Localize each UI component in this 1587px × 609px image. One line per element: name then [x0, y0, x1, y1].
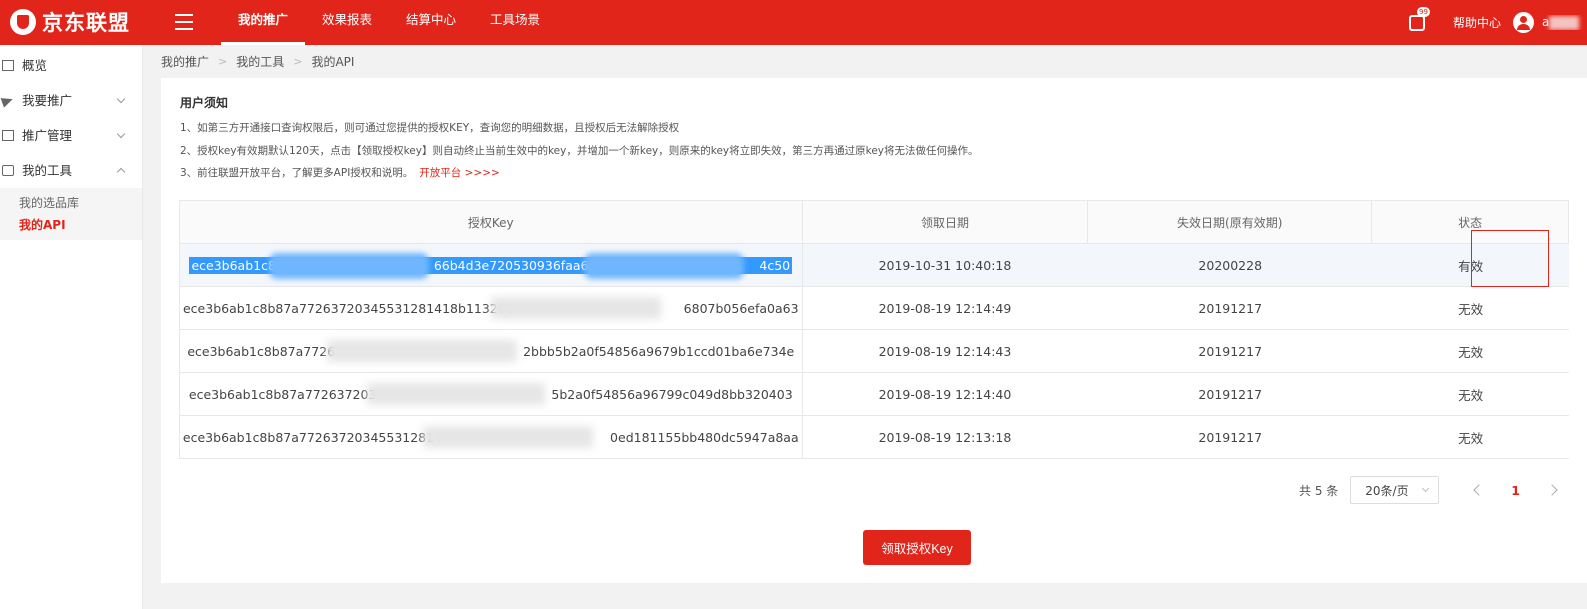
breadcrumb-item-current: 我的API [311, 54, 355, 69]
top-right-area: 99 帮助中心 a [1408, 0, 1587, 45]
sidebar-item-my-tools[interactable]: 我的工具 [0, 153, 142, 188]
chevron-up-icon [116, 167, 126, 177]
notice-line-3: 3、前往联盟开放平台，了解更多API授权和说明。 开放平台 >>>> [180, 167, 500, 179]
status-invalid: 无效 [1458, 344, 1484, 360]
col-header-key: 授权Key [180, 201, 803, 243]
main-nav: 我的推广 效果报表 结算中心 工具场景 [221, 0, 557, 45]
breadcrumb: 我的推广 > 我的工具 > 我的API [161, 53, 354, 69]
menu-icon[interactable] [175, 14, 193, 30]
claim-date: 2019-08-19 12:14:49 [878, 300, 1012, 316]
logo-icon [10, 9, 36, 35]
sidebar-subitem-selection-library[interactable]: 我的选品库 [0, 192, 142, 214]
chevron-down-icon [1422, 484, 1430, 493]
username[interactable]: a [1542, 15, 1587, 30]
breadcrumb-separator-icon: > [293, 54, 303, 68]
api-key-table: 授权Key 领取日期 失效日期(原有效期) 状态 ece3b6ab1c8b 66b… [179, 200, 1569, 459]
sidebar-submenu: 我的选品库 我的API [0, 188, 142, 240]
pagination: 共 5 条 20条/页 1 [1299, 476, 1570, 504]
status-invalid: 无效 [1458, 301, 1484, 317]
status-invalid: 无效 [1458, 387, 1484, 403]
auth-key[interactable]: ece3b6ab1c8b 66b4d3e720530936faa653 4c50 [189, 252, 793, 279]
open-platform-link[interactable]: 开放平台 >>>> [419, 167, 500, 179]
table-row[interactable]: ece3b6ab1c8b87a7726 2bbb5b2a0f54856a9679b… [180, 330, 1569, 373]
expire-date: 20191217 [1198, 343, 1263, 359]
auth-key[interactable]: ece3b6ab1c8b87a7726 2bbb5b2a0f54856a9679b… [187, 339, 794, 362]
breadcrumb-separator-icon: > [218, 54, 228, 68]
auth-key[interactable]: ece3b6ab1c8b87a77263720345531281418b1132… [183, 296, 799, 319]
sidebar-item-promo-manage[interactable]: 推广管理 [0, 118, 142, 153]
api-card: 用户须知 1、如第三方开通接口查询权限后，则可通过您提供的授权KEY，查询您的明… [161, 78, 1587, 583]
table-row[interactable]: ece3b6ab1c8b 66b4d3e720530936faa653 4c50 2… [180, 244, 1569, 287]
claim-date: 2019-10-31 10:40:18 [878, 257, 1012, 273]
message-badge: 99 [1416, 6, 1430, 17]
avatar-icon[interactable] [1513, 12, 1534, 33]
breadcrumb-item[interactable]: 我的推广 [161, 53, 209, 70]
notice-title: 用户须知 [180, 96, 229, 110]
top-navbar: 京东联盟 我的推广 效果报表 结算中心 工具场景 99 帮助中心 a [0, 0, 1587, 45]
breadcrumb-item[interactable]: 我的工具 [236, 53, 284, 70]
nav-settlement[interactable]: 结算中心 [389, 0, 473, 45]
status-invalid: 无效 [1458, 430, 1484, 446]
expire-date: 20191217 [1198, 429, 1263, 445]
nav-reports[interactable]: 效果报表 [305, 0, 389, 45]
total-count: 共 5 条 [1299, 483, 1339, 498]
sidebar-item-promote[interactable]: 我要推广 [0, 83, 142, 118]
table-row[interactable]: ece3b6ab1c8b87a772637203455312814 0ed1811… [180, 416, 1569, 459]
table-row[interactable]: ece3b6ab1c8b87a772637203 5b2a0f54856a9679… [180, 373, 1569, 416]
sidebar: 概览 我要推广 推广管理 我的工具 我的选品库 我的API [0, 45, 143, 609]
page-size-select[interactable]: 20条/页 [1350, 476, 1440, 504]
table-row[interactable]: ece3b6ab1c8b87a77263720345531281418b1132… [180, 287, 1569, 330]
claim-date: 2019-08-19 12:14:40 [878, 386, 1012, 402]
toolbox-icon [2, 165, 14, 176]
col-header-date: 领取日期 [802, 201, 1089, 243]
next-page-icon[interactable] [1546, 484, 1558, 496]
expire-date: 20191217 [1198, 300, 1263, 316]
nav-my-promotion[interactable]: 我的推广 [221, 0, 306, 45]
auth-key[interactable]: ece3b6ab1c8b87a772637203455312814 0ed1811… [183, 425, 799, 448]
claim-date: 2019-08-19 12:13:18 [878, 429, 1012, 445]
auth-key[interactable]: ece3b6ab1c8b87a772637203 5b2a0f54856a9679… [189, 382, 793, 405]
monitor-icon [2, 60, 14, 71]
logo-text: 京东联盟 [42, 11, 130, 35]
message-icon[interactable]: 99 [1408, 6, 1430, 31]
highlight-box [1471, 230, 1549, 287]
claim-date: 2019-08-19 12:14:43 [878, 343, 1012, 359]
sidebar-item-overview[interactable]: 概览 [0, 48, 142, 83]
list-icon [2, 130, 14, 141]
prev-page-icon[interactable] [1473, 484, 1485, 496]
sidebar-subitem-my-api[interactable]: 我的API [0, 214, 142, 236]
table-header-row: 授权Key 领取日期 失效日期(原有效期) 状态 [180, 201, 1569, 244]
jd-union-logo[interactable]: 京东联盟 [10, 6, 130, 38]
get-auth-key-button[interactable]: 领取授权Key [863, 530, 971, 565]
col-header-expire: 失效日期(原有效期) [1088, 201, 1373, 243]
chevron-down-icon [116, 129, 126, 139]
chevron-down-icon [116, 94, 126, 104]
expire-date: 20191217 [1198, 386, 1263, 402]
page-number[interactable]: 1 [1511, 483, 1520, 498]
nav-tools[interactable]: 工具场景 [473, 0, 557, 45]
send-icon [0, 94, 15, 108]
expire-date: 20200228 [1198, 257, 1263, 273]
notice-line-1: 1、如第三方开通接口查询权限后，则可通过您提供的授权KEY，查询您的明细数据，且… [180, 122, 680, 134]
notice-line-2: 2、授权key有效期默认120天，点击【领取授权key】则自动终止当前生效中的k… [180, 145, 979, 157]
help-center-link[interactable]: 帮助中心 [1453, 14, 1501, 31]
